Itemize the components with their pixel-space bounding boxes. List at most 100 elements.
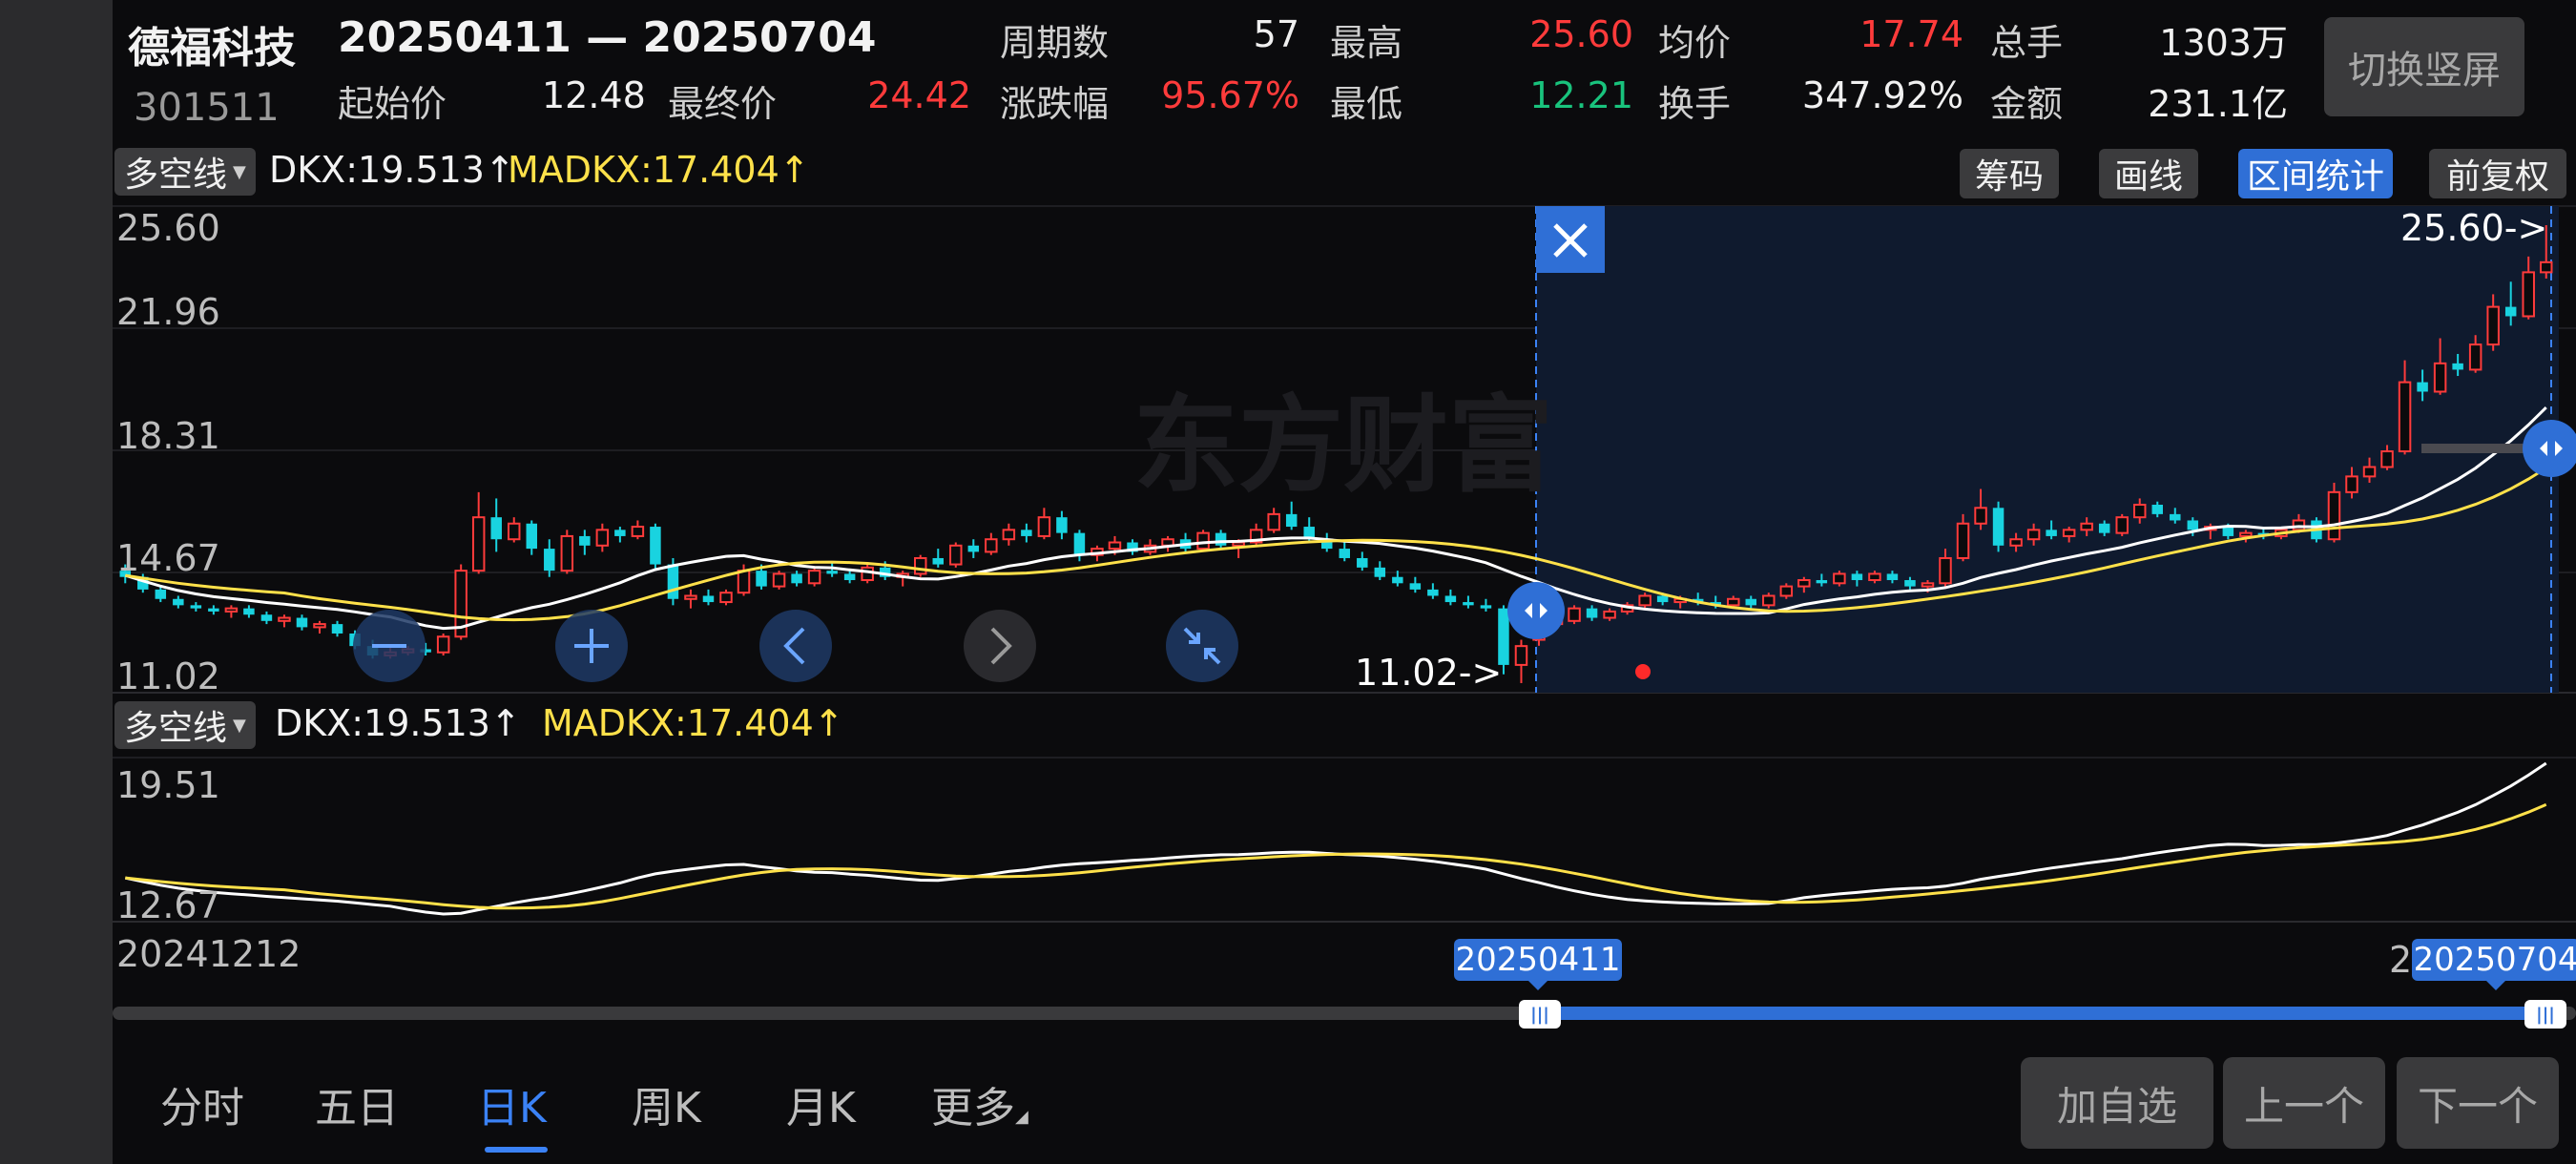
candle-body <box>2362 466 2377 478</box>
candle-body <box>1956 522 1970 559</box>
candle-body <box>1797 579 1811 588</box>
high-marker: 25.60-> <box>2400 207 2547 249</box>
next-stock-button[interactable]: 下一个 <box>2397 1057 2559 1149</box>
candle-body <box>913 556 927 575</box>
candle-body <box>1073 532 1086 555</box>
candle-body <box>1833 572 1846 585</box>
candle-body <box>544 549 555 572</box>
candle-body <box>2132 504 2147 519</box>
tab-weekly-k[interactable]: 周K <box>632 1073 701 1134</box>
zoom-in-button[interactable] <box>555 610 628 682</box>
candle-body <box>1568 607 1581 622</box>
candle-body <box>1992 508 2005 546</box>
candle-body <box>1851 573 1863 581</box>
candle-body <box>614 530 626 536</box>
candle-body <box>967 545 980 552</box>
candle-body <box>1409 583 1422 590</box>
candle-body <box>1267 512 1280 531</box>
candle-body <box>1868 572 1881 582</box>
left-strip <box>0 0 113 1164</box>
scroll-right-button[interactable] <box>964 610 1036 682</box>
candle-body <box>932 557 945 565</box>
candle-body <box>631 526 645 537</box>
kline-screen: 德福科技 301511 20250411 — 20250704 起始价 12.4… <box>113 0 2576 1164</box>
candle-body <box>2115 516 2129 534</box>
candle-body <box>1638 594 1652 607</box>
selection-start-date: 20250411 <box>1454 939 1622 990</box>
candle-body <box>684 594 697 600</box>
y-label-1: 21.96 <box>116 291 220 333</box>
candle-body <box>2345 475 2358 493</box>
timeline-end-handle[interactable]: ||| <box>2524 1000 2566 1029</box>
candle-body <box>2151 505 2164 514</box>
candle-body <box>1745 598 1757 606</box>
candle-body <box>1427 589 1439 596</box>
candle-body <box>507 522 521 541</box>
candle-body <box>1108 541 1122 551</box>
candle-body <box>1021 530 1032 536</box>
tab-daily-k[interactable]: 日K <box>477 1073 547 1134</box>
candle-body <box>1196 531 1210 551</box>
left-drag-handle[interactable] <box>1507 582 1565 639</box>
candle-body <box>1002 529 1016 541</box>
candle-body <box>650 527 661 565</box>
tab-five-day[interactable]: 五日 <box>315 1073 399 1134</box>
timeline-start-date: 20241212 <box>116 933 301 975</box>
candle-body <box>861 566 874 582</box>
candle-body <box>1339 549 1351 558</box>
selection-start-date-text: 20250411 <box>1455 941 1621 979</box>
candle-body <box>2486 305 2500 346</box>
y-label-0: 25.60 <box>116 207 220 249</box>
candle-body <box>260 614 273 621</box>
candle-body <box>2170 513 2181 521</box>
madkx-value-bottom: MADKX:17.404↑ <box>542 702 844 744</box>
candle-body <box>949 544 963 566</box>
tab-monthly-k[interactable]: 月K <box>786 1073 856 1134</box>
candle-body <box>331 624 343 634</box>
prev-stock-button[interactable]: 上一个 <box>2223 1057 2385 1149</box>
candle-body <box>1444 595 1457 603</box>
candle-body <box>2046 530 2057 536</box>
candle-body <box>2468 343 2483 371</box>
candle-body <box>1232 541 1245 547</box>
candle-body <box>208 608 219 612</box>
active-tab-indicator <box>485 1147 548 1153</box>
y-label-2: 18.31 <box>116 415 220 457</box>
candle-body <box>1726 597 1740 607</box>
kline-chart[interactable]: 东方财富 25.60 21.96 18.31 14.67 11.02 25.60… <box>113 0 2576 1164</box>
add-watchlist-button[interactable]: 加自选 <box>2021 1057 2213 1149</box>
watermark-text: 东方财富 <box>1133 385 1553 507</box>
candle-body <box>560 534 574 572</box>
candle-body <box>2062 529 2076 537</box>
candle-body <box>1514 645 1528 666</box>
candle-body <box>1603 610 1616 619</box>
candle-body <box>719 592 733 604</box>
close-selection-button[interactable] <box>1536 206 1605 273</box>
signal-dot <box>1635 664 1651 679</box>
chevron-down-icon: ▼ <box>233 715 246 736</box>
candle-body <box>490 517 502 540</box>
candle-body <box>702 595 715 603</box>
collapse-button[interactable] <box>1166 610 1238 682</box>
selection-end-date: 20250704 <box>2412 939 2576 990</box>
candle-body <box>173 598 184 606</box>
dkx-line-lower <box>124 761 2547 916</box>
candle-body <box>1974 507 1987 525</box>
candle-body <box>1392 576 1403 584</box>
zoom-out-button[interactable] <box>353 610 426 682</box>
candle-body <box>2417 382 2428 392</box>
candle-body <box>756 571 767 587</box>
candle-body <box>2080 522 2093 531</box>
candle-body <box>2327 490 2341 541</box>
candle-body <box>436 635 450 654</box>
candle-body <box>243 608 255 615</box>
indicator-selector-bottom[interactable]: 多空线 ▼ <box>114 701 256 749</box>
tab-intraday[interactable]: 分时 <box>160 1073 244 1134</box>
selection-end-date-text: 20250704 <box>2413 941 2576 979</box>
madkx-line-lower <box>125 802 2547 910</box>
candle-body <box>2380 450 2394 468</box>
timeline-start-handle[interactable]: ||| <box>1519 1000 1561 1029</box>
tab-more[interactable]: 更多◢ <box>931 1073 1028 1134</box>
scroll-left-button[interactable] <box>759 610 832 682</box>
y-label-3: 14.67 <box>116 537 220 579</box>
